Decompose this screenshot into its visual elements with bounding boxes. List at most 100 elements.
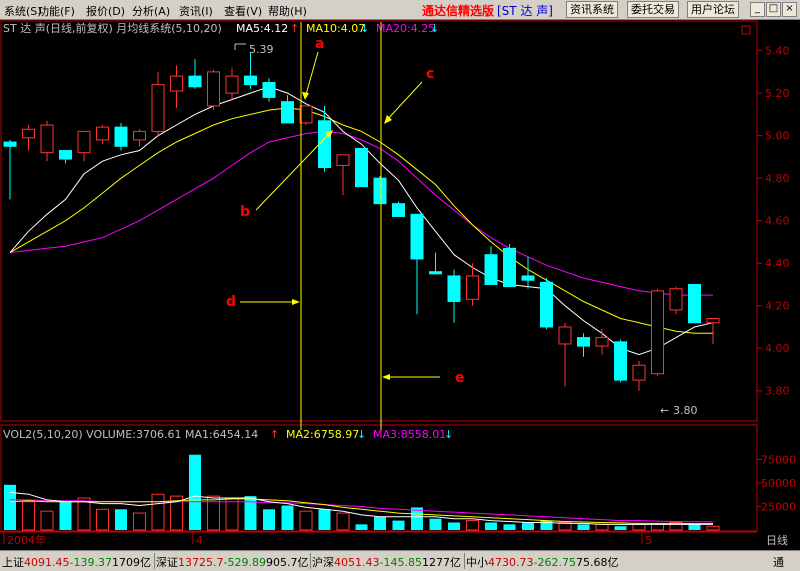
index-amount: 905.7亿 — [265, 556, 309, 569]
minimize-button[interactable]: _ — [750, 2, 765, 17]
vol-ma1-arrow-icon: ↑ — [270, 428, 279, 441]
volume-bar-down — [374, 516, 386, 530]
menu-item-2[interactable]: 报价(D) — [86, 3, 125, 19]
volume-bar-down — [244, 496, 257, 530]
annotation-c-label: c — [426, 66, 434, 82]
ma10-down-arrow-icon: ↓ — [360, 22, 369, 35]
menu-item-5[interactable]: 查看(V) — [224, 3, 262, 19]
maximize-button[interactable]: □ — [766, 2, 781, 17]
trade-button[interactable]: 委托交易 — [627, 1, 679, 18]
index-name: 上证 — [2, 556, 24, 569]
price-tick-label: 5.20 — [765, 87, 790, 100]
candle-body-up — [595, 337, 609, 347]
period-label[interactable]: 日线 — [766, 533, 788, 547]
candle-body-down — [188, 75, 202, 88]
volume-bar-down — [448, 522, 460, 530]
index-change: -145.85 — [379, 556, 422, 569]
volume-bar-up — [632, 523, 646, 531]
menu-bar: 系统(S) 功能(F) 报价(D) 分析(A) 资讯(I) 查看(V) 帮助(H) 通达信精… — [0, 0, 800, 20]
candle-body-up — [77, 130, 91, 154]
annotation-a-arrow-icon — [304, 51, 319, 99]
candle-body-down — [318, 120, 331, 169]
vol-ma2-label: MA2:6758.97 — [286, 428, 359, 441]
volume-bar-up — [299, 510, 313, 531]
index-item-3[interactable]: 中小4730.73-262.7575.68亿 — [466, 554, 618, 570]
candle-body-down — [503, 247, 516, 288]
candle-body-down — [59, 150, 72, 160]
annotation-c: c — [384, 66, 434, 124]
vol-ma1-label: MA1:6454.14 — [185, 428, 258, 441]
menu-item-0[interactable]: 系统(S) — [4, 3, 42, 19]
stock-title: [ST 达 声] — [497, 4, 553, 18]
vol-ma2-arrow-icon: ↓ — [357, 428, 366, 441]
price-tick-label: 5.40 — [765, 45, 790, 58]
volume-bar-down — [614, 526, 627, 530]
price-tick-label: 4.40 — [765, 257, 790, 270]
candle-body-up — [96, 126, 109, 141]
candle-body-up — [207, 71, 220, 107]
index-item-2[interactable]: 沪深4051.43-145.851277亿 — [312, 554, 461, 570]
volume-bar-up — [336, 512, 350, 531]
index-amount: 1277亿 — [421, 556, 461, 569]
candle-body-down — [244, 75, 257, 86]
close-button[interactable]: × — [782, 2, 797, 17]
index-name: 深证 — [156, 556, 178, 569]
menu-item-1[interactable]: 功能(F) — [38, 3, 75, 19]
high-marker: 5.39 — [234, 43, 274, 56]
annotation-e-label: e — [455, 370, 465, 386]
candle-body-down — [429, 271, 442, 275]
volume-bar-down — [281, 505, 294, 530]
annotation-e-arrowhead-icon — [382, 374, 390, 380]
annotation-d-label: d — [226, 294, 236, 310]
volume-bar-up — [77, 497, 91, 531]
panel-restore-icon[interactable] — [741, 25, 751, 35]
index-change: -139.37 — [69, 556, 112, 569]
volume-bar-down — [429, 518, 442, 530]
vol-tick-label: 75000 — [761, 453, 796, 466]
candle-body-down — [392, 203, 405, 217]
index-item-0[interactable]: 上证4091.45-139.371709亿 — [2, 554, 151, 570]
candle-body-up — [225, 75, 239, 94]
status-separator — [464, 553, 465, 569]
menu-item-6[interactable]: 帮助(H) — [268, 3, 307, 19]
volume-bar-up — [225, 497, 239, 531]
volume-bar-up — [466, 520, 479, 531]
candle-body-up — [170, 75, 183, 92]
index-value: 4051.43 — [334, 556, 380, 569]
candle-body-up — [706, 317, 720, 324]
volume-bar-up — [706, 525, 720, 531]
menu-item-4[interactable]: 资讯(I) — [179, 3, 213, 19]
candle-body-down — [410, 213, 424, 260]
low-value-label: 3.80 — [673, 404, 698, 417]
ma20-down-arrow-icon: ↓ — [430, 22, 439, 35]
status-separator — [310, 553, 311, 569]
ma5-up-arrow-icon: ↑ — [290, 22, 299, 35]
volume-bar-down — [59, 501, 72, 530]
volume-bar-down — [688, 524, 701, 530]
candle-body-up — [466, 275, 479, 300]
annotation-a-arrowhead-icon — [302, 92, 309, 100]
info-system-button[interactable]: 资讯系统 — [566, 1, 618, 18]
candle-body-down — [540, 281, 553, 328]
index-name: 中小 — [466, 556, 488, 569]
kline-chart[interactable]: ST 达 声(日线,前复权) 月均线系统(5,10,20) MA5:4.12 ↑… — [0, 20, 800, 550]
low-marker: ← 3.80 — [660, 404, 698, 417]
forum-button[interactable]: 用户论坛 — [687, 1, 739, 18]
candle-body-up — [299, 105, 313, 124]
volume-bar-up — [207, 495, 220, 531]
price-tick-label: 3.80 — [765, 385, 790, 398]
index-change: -262.75 — [533, 556, 576, 569]
menu-item-3[interactable]: 分析(A) — [132, 3, 170, 19]
candle-body-up — [336, 154, 350, 166]
volume-bar-down — [392, 520, 405, 530]
volume-bar-down — [503, 524, 516, 530]
chart-area[interactable]: ST 达 声(日线,前复权) 月均线系统(5,10,20) MA5:4.12 ↑… — [0, 20, 800, 550]
volume-bar-up — [40, 510, 54, 531]
status-right-label[interactable]: 通 — [773, 554, 784, 570]
volume-bar-down — [115, 509, 127, 530]
volume-bar-down — [4, 484, 16, 530]
date-april-label: 4 — [196, 534, 203, 547]
low-arrow-icon: ← — [660, 404, 669, 417]
index-name: 沪深 — [312, 556, 334, 569]
index-item-1[interactable]: 深证13725.7-529.89905.7亿 — [156, 554, 308, 570]
